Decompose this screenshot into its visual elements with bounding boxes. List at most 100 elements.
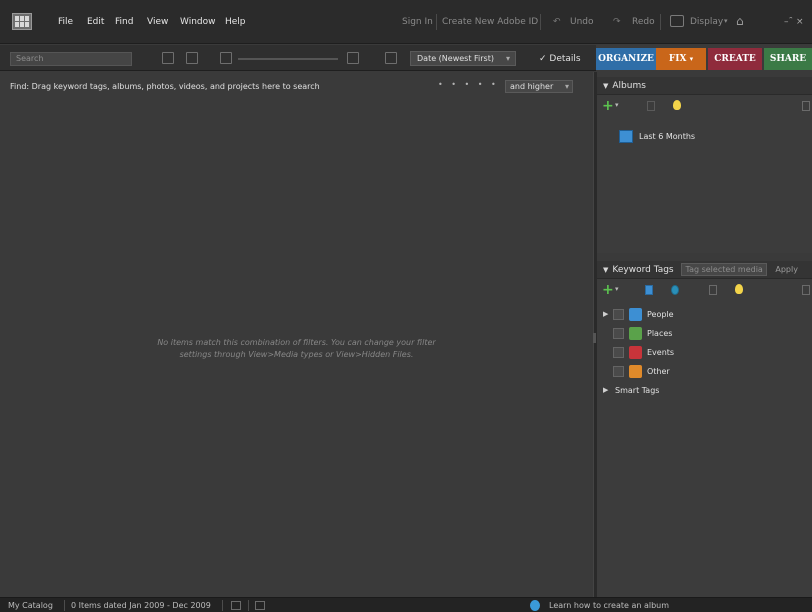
divider	[248, 600, 249, 611]
divider	[64, 600, 65, 611]
thumbnail-large-icon[interactable]	[347, 52, 359, 64]
album-icon	[619, 130, 633, 143]
tag-cloud-icon[interactable]	[671, 285, 679, 295]
undo-icon[interactable]: ↶	[553, 17, 561, 27]
menu-find[interactable]: Find	[115, 17, 133, 27]
thumbnail-small-icon[interactable]	[220, 52, 232, 64]
details-label: Details	[549, 54, 581, 64]
keyword-tags-panel: ▼ Keyword Tags Tag selected media Apply +…	[597, 261, 812, 597]
tags-toolbar: + ▾	[597, 279, 812, 301]
tag-checkbox[interactable]	[613, 366, 624, 377]
help-link[interactable]: Learn how to create an album	[549, 601, 669, 610]
expand-triangle-icon[interactable]: ▶	[603, 310, 608, 318]
keyword-tags-header[interactable]: ▼ Keyword Tags Tag selected media Apply	[597, 261, 812, 279]
chevron-down-icon: ▾	[689, 54, 694, 63]
smart-tags-label: Smart Tags	[615, 386, 660, 395]
details-checkbox[interactable]: ✓ Details	[539, 54, 581, 64]
menu-window[interactable]: Window	[180, 17, 216, 27]
thumbnail-size-slider[interactable]	[238, 58, 338, 60]
add-tag-icon[interactable]: +	[602, 282, 614, 298]
tag-media-input[interactable]: Tag selected media	[680, 263, 767, 276]
menu-help[interactable]: Help	[225, 17, 246, 27]
chevron-down-icon: ▾	[564, 82, 569, 91]
divider	[540, 14, 541, 30]
tag-checkbox[interactable]	[613, 347, 624, 358]
tab-share[interactable]: SHARE	[764, 48, 812, 70]
person-icon[interactable]	[709, 285, 717, 295]
rotate-left-icon[interactable]	[162, 52, 174, 64]
undo-button[interactable]: Undo	[570, 17, 594, 27]
find-bar[interactable]: Find: Drag keyword tags, albums, photos,…	[0, 78, 593, 94]
menu-view[interactable]: View	[147, 17, 168, 27]
divider	[222, 600, 223, 611]
trash-icon[interactable]	[802, 101, 810, 111]
tag-checkbox[interactable]	[613, 328, 624, 339]
tag-import-icon[interactable]	[645, 285, 653, 295]
places-tag-icon	[629, 327, 642, 340]
empty-message-line2: settings through View>Media types or Vie…	[179, 350, 414, 359]
photo-organizer-window: File Edit Find View Window Help Sign In …	[0, 0, 812, 612]
collapse-triangle-icon[interactable]: ▼	[603, 82, 608, 90]
apply-button[interactable]: Apply	[775, 265, 798, 274]
info-lightbulb-icon	[530, 600, 540, 611]
tab-fix-label: FIX	[668, 54, 687, 64]
splitter-grip-icon[interactable]	[593, 333, 596, 343]
tab-fix[interactable]: FIX ▾	[656, 48, 706, 70]
full-screen-icon[interactable]	[385, 52, 397, 64]
tab-organize[interactable]: ORGANIZE	[596, 48, 656, 70]
trash-icon[interactable]	[802, 285, 810, 295]
tag-checkbox[interactable]	[613, 309, 624, 320]
create-adobe-id-link[interactable]: Create New Adobe ID	[442, 17, 538, 27]
window-controls[interactable]: – ̑ ×	[784, 17, 804, 27]
tag-row-people[interactable]: ▶ People	[597, 308, 812, 323]
collapse-triangle-icon[interactable]: ▼	[603, 266, 608, 274]
browse-toolbar: Search Date (Newest First) ▾ ✓ Details	[0, 45, 596, 71]
chevron-down-icon[interactable]: ▾	[615, 101, 619, 109]
search-input[interactable]: Search	[10, 52, 132, 66]
divider	[660, 14, 661, 30]
tag-label-other: Other	[647, 367, 670, 376]
home-icon[interactable]: ⌂	[736, 14, 744, 28]
keyword-tags-title: Keyword Tags	[612, 265, 674, 275]
star-rating-filter[interactable]: • • • • •	[438, 80, 499, 89]
albums-title: Albums	[612, 81, 646, 91]
smart-tags-row[interactable]: ▶ Smart Tags	[597, 384, 812, 399]
chevron-down-icon: ▾	[505, 54, 510, 63]
tag-label-people: People	[647, 310, 674, 319]
chevron-down-icon[interactable]: ▾	[724, 17, 728, 25]
rating-value: and higher	[510, 82, 554, 91]
display-icon[interactable]	[670, 15, 684, 27]
chevron-down-icon[interactable]: ▾	[615, 285, 619, 293]
empty-message: No items match this combination of filte…	[0, 337, 593, 361]
tag-row-places[interactable]: Places	[597, 327, 812, 342]
timeline-icon[interactable]	[231, 601, 241, 610]
display-button[interactable]: Display	[690, 17, 723, 27]
status-icon[interactable]	[255, 601, 265, 610]
expand-triangle-icon[interactable]: ▶	[603, 386, 608, 394]
app-grid-icon[interactable]	[12, 13, 32, 30]
tag-row-events[interactable]: Events	[597, 346, 812, 361]
redo-icon[interactable]: ↷	[613, 17, 621, 27]
tag-row-other[interactable]: Other	[597, 365, 812, 380]
edit-album-icon[interactable]	[647, 101, 655, 111]
sort-value: Date (Newest First)	[417, 54, 494, 63]
rating-dropdown[interactable]: and higher ▾	[505, 80, 573, 93]
albums-header[interactable]: ▼ Albums	[597, 77, 812, 95]
empty-message-line1: No items match this combination of filte…	[157, 338, 436, 347]
lightbulb-icon[interactable]	[673, 100, 681, 110]
find-instructions: Find: Drag keyword tags, albums, photos,…	[10, 82, 320, 91]
items-info: 0 Items dated Jan 2009 - Dec 2009	[71, 601, 211, 610]
albums-toolbar: + ▾	[597, 95, 812, 117]
redo-button[interactable]: Redo	[632, 17, 655, 27]
tab-create[interactable]: CREATE	[708, 48, 762, 70]
menu-file[interactable]: File	[58, 17, 73, 27]
sign-in-link[interactable]: Sign In	[402, 17, 433, 27]
media-browser[interactable]: No items match this combination of filte…	[0, 94, 593, 597]
sort-dropdown[interactable]: Date (Newest First) ▾	[410, 51, 516, 66]
albums-panel: ▼ Albums + ▾ Last 6 Months	[597, 77, 812, 253]
rotate-right-icon[interactable]	[186, 52, 198, 64]
add-album-icon[interactable]: +	[602, 98, 614, 114]
lightbulb-icon[interactable]	[735, 284, 743, 294]
catalog-name[interactable]: My Catalog	[8, 601, 53, 610]
menu-edit[interactable]: Edit	[87, 17, 104, 27]
